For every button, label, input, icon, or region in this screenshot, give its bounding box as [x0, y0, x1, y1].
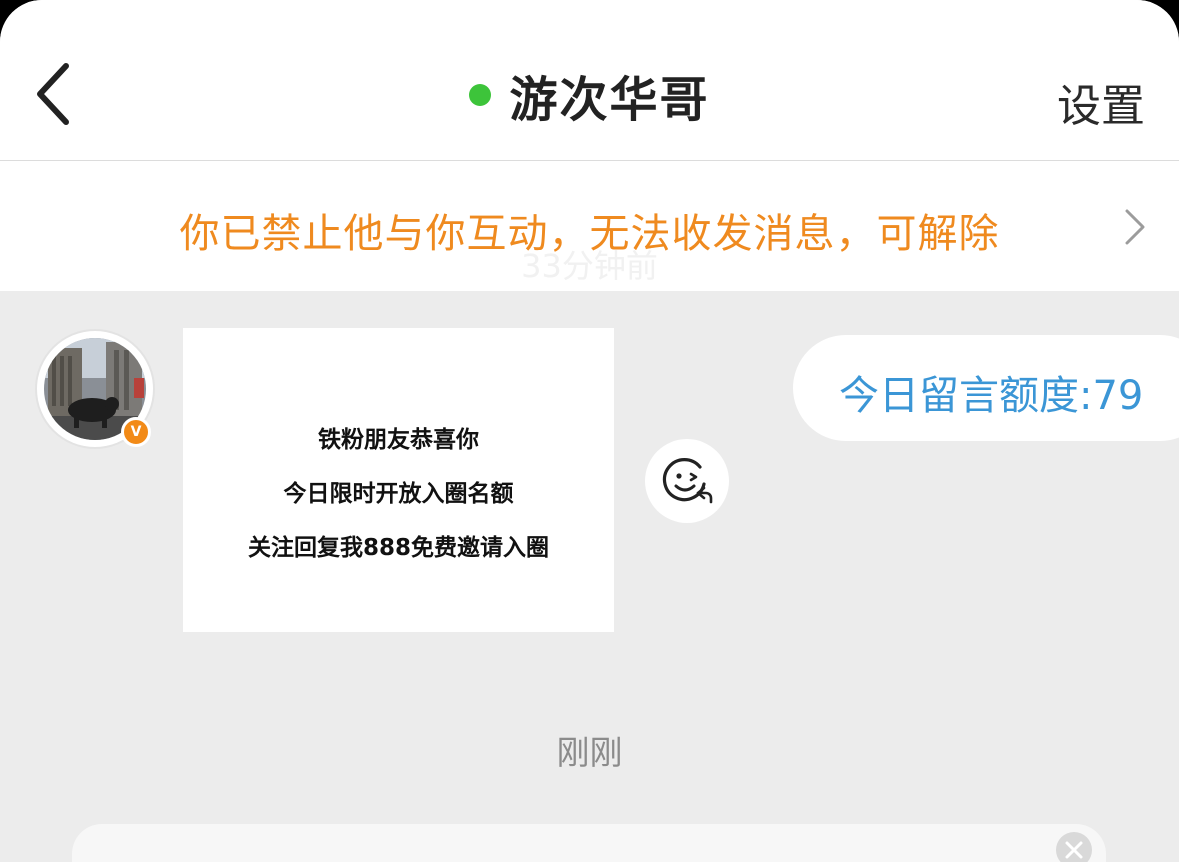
chat-screen: 游次华哥 设置 33分钟前 你已禁止他与你互动，无法收发消息，可解除 V 铁粉朋…	[0, 0, 1179, 862]
card-text-line-1: 铁粉朋友恭喜你	[318, 427, 479, 453]
emoji-reply-icon	[662, 458, 713, 504]
header: 游次华哥 设置	[0, 0, 1179, 161]
card-text-line-2: 今日限时开放入圈名额	[283, 481, 514, 507]
blocked-notice-banner[interactable]: 33分钟前 你已禁止他与你互动，无法收发消息，可解除	[0, 161, 1179, 291]
outgoing-message-bubble[interactable]: 今日留言额度:79	[793, 335, 1179, 441]
card-text-line-3: 关注回复我888免费邀请入圈	[247, 535, 549, 561]
incoming-image-message[interactable]: 铁粉朋友恭喜你 今日限时开放入圈名额 关注回复我888免费邀请入圈	[183, 328, 614, 632]
message-timestamp: 刚刚	[556, 733, 623, 772]
title-area: 游次华哥	[0, 62, 1179, 128]
blocked-notice-text: 你已禁止他与你互动，无法收发消息，可解除	[179, 211, 1000, 257]
online-status-dot	[469, 84, 492, 106]
verified-badge: V	[121, 417, 151, 447]
emoji-reply-button[interactable]	[645, 439, 729, 523]
message-input-field[interactable]	[72, 824, 1106, 862]
page-title: 游次华哥	[509, 72, 710, 128]
settings-button[interactable]: 设置	[1057, 70, 1145, 134]
sender-avatar[interactable]: V	[37, 331, 153, 447]
outgoing-message-text: 今日留言额度:79	[839, 373, 1144, 419]
close-icon	[1065, 841, 1083, 859]
clear-button[interactable]	[1056, 832, 1092, 862]
right-chevron-icon	[1125, 209, 1145, 245]
